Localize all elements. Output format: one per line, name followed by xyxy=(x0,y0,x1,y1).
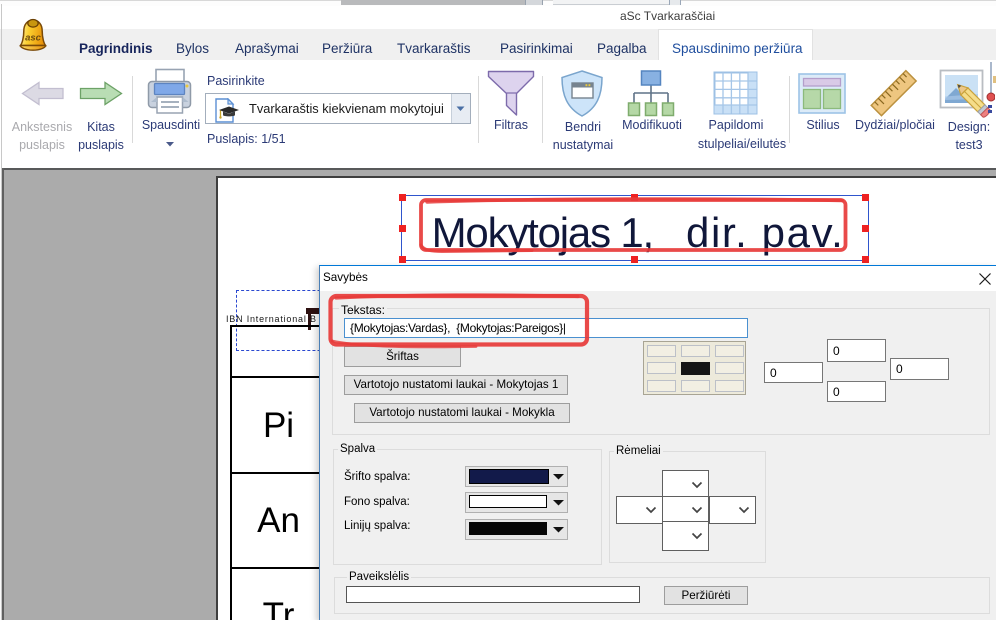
svg-text:asc: asc xyxy=(25,33,42,44)
